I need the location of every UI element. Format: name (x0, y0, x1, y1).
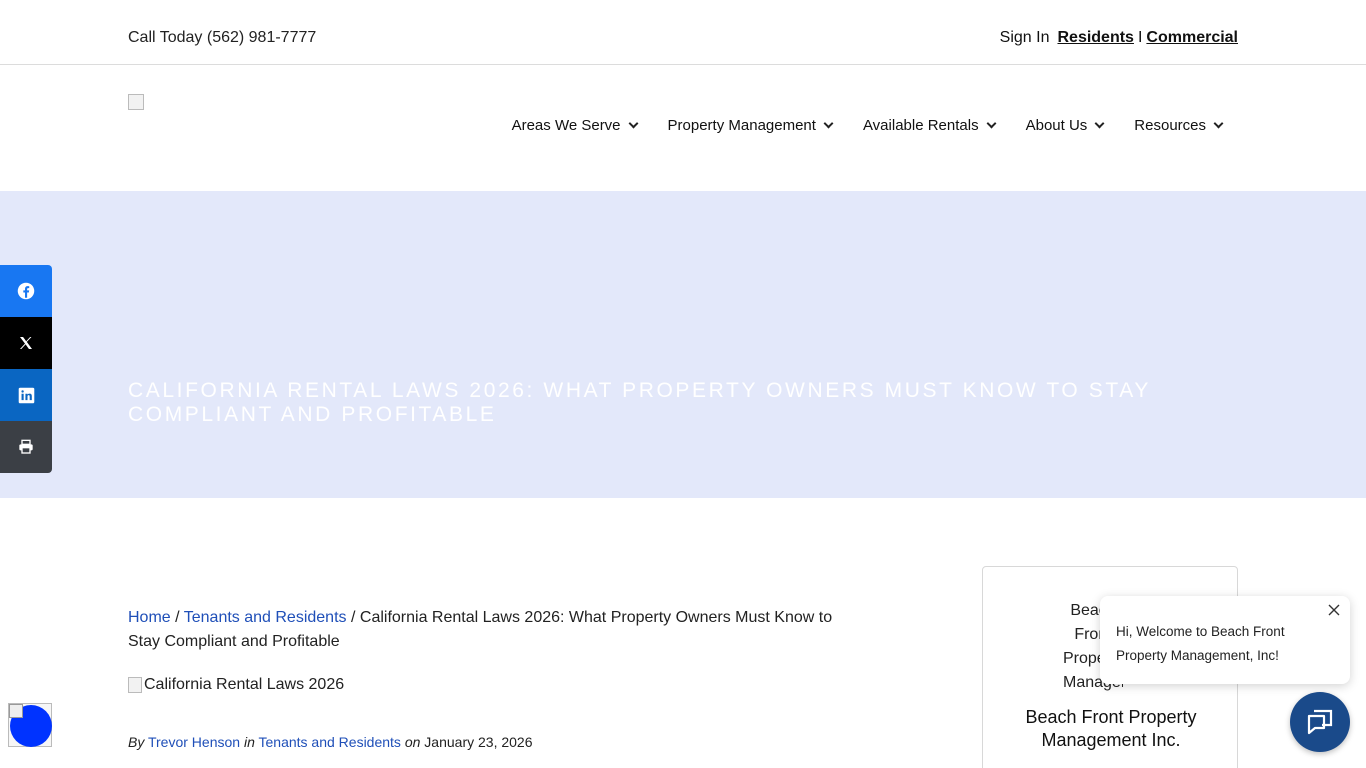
top-links-separator: I (1137, 29, 1143, 46)
breadcrumb-category[interactable]: Tenants and Residents (184, 609, 347, 626)
breadcrumb: Home / Tenants and Residents / Californi… (128, 606, 848, 654)
broken-image-icon (128, 677, 142, 693)
meta-in: in (243, 734, 255, 750)
chat-welcome-popup: Hi, Welcome to Beach Front Property Mana… (1100, 596, 1350, 684)
nav-item-available-rentals[interactable]: Available Rentals (862, 117, 997, 134)
breadcrumb-separator: / (350, 609, 356, 626)
post-meta: By Trevor Henson in Tenants and Resident… (128, 734, 533, 750)
top-bar: Call Today (562) 981-7777 Sign In Reside… (0, 0, 1366, 65)
call-today-phone[interactable]: Call Today (562) 981-7777 (128, 29, 316, 47)
breadcrumb-separator: / (175, 609, 180, 626)
chat-launcher-button[interactable] (1290, 692, 1350, 752)
hero-banner: California Rental Laws 2026: What Proper… (0, 191, 1366, 498)
chat-icon (1307, 709, 1333, 735)
nav-item-label: Resources (1134, 117, 1206, 134)
nav-item-areas-we-serve[interactable]: Areas We Serve (511, 117, 638, 134)
chevron-down-icon (986, 118, 997, 129)
chevron-down-icon (823, 118, 834, 129)
author-link[interactable]: Trevor Henson (148, 734, 240, 750)
commercial-link[interactable]: Commercial (1146, 29, 1238, 47)
print-icon (19, 439, 33, 454)
nav-item-resources[interactable]: Resources (1134, 117, 1224, 134)
social-share-bar (0, 265, 52, 473)
nav-item-label: Property Management (667, 117, 816, 134)
share-linkedin-button[interactable] (0, 369, 52, 421)
accessibility-widget-button[interactable] (8, 703, 52, 747)
top-links: Sign In Residents I Commercial (1000, 29, 1238, 47)
chat-welcome-message: Hi, Welcome to Beach Front Property Mana… (1116, 624, 1285, 663)
featured-image-alt: California Rental Laws 2026 (144, 676, 345, 693)
nav-item-label: Areas We Serve (511, 117, 621, 134)
linkedin-icon (18, 387, 34, 403)
print-button[interactable] (0, 421, 52, 473)
broken-image-icon (128, 94, 144, 110)
sign-in-label: Sign In (999, 29, 1050, 46)
company-name: Beach Front Property Management Inc. (1025, 707, 1197, 750)
residents-link[interactable]: Residents (1057, 29, 1133, 47)
chevron-down-icon (1094, 118, 1105, 129)
site-header: Areas We Serve Property Management Avail… (0, 65, 1366, 191)
chevron-down-icon (1213, 118, 1224, 129)
nav-item-label: Available Rentals (862, 117, 979, 134)
nav-item-label: About Us (1025, 117, 1088, 134)
facebook-icon (17, 282, 35, 300)
featured-image: California Rental Laws 2026 (128, 676, 344, 694)
main-nav: Areas We Serve Property Management Avail… (481, 117, 1224, 134)
breadcrumb-home[interactable]: Home (128, 609, 171, 626)
share-x-button[interactable] (0, 317, 52, 369)
x-icon (20, 337, 32, 349)
page-title: California Rental Laws 2026: What Proper… (128, 379, 1151, 426)
meta-on: on (404, 734, 421, 750)
close-icon[interactable] (1328, 604, 1340, 616)
share-facebook-button[interactable] (0, 265, 52, 317)
category-link[interactable]: Tenants and Residents (259, 734, 401, 750)
site-logo[interactable] (128, 94, 144, 110)
nav-item-property-management[interactable]: Property Management (667, 117, 834, 134)
broken-image-icon (9, 704, 23, 718)
meta-by: By (128, 734, 145, 750)
chevron-down-icon (628, 118, 638, 129)
nav-item-about-us[interactable]: About Us (1025, 117, 1105, 134)
post-date: January 23, 2026 (424, 734, 533, 750)
